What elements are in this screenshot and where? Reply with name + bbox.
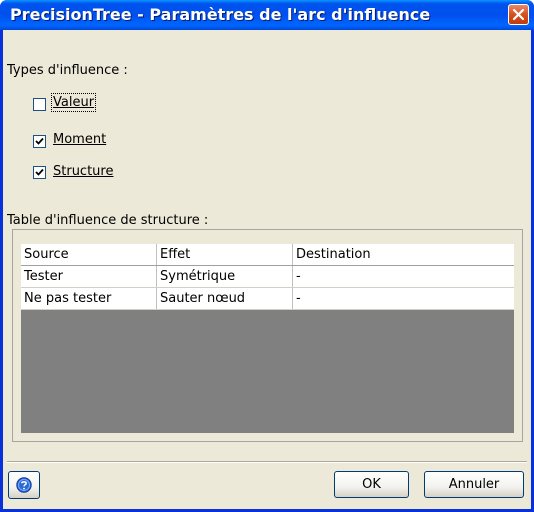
structure-label-text: Structure	[53, 164, 114, 179]
table-row[interactable]: Ne pas tester Sauter nœud -	[21, 288, 514, 310]
structure-table-label: Table d'influence de structure :	[7, 213, 209, 228]
column-header-effet[interactable]: Effet	[157, 244, 293, 265]
footer-separator	[7, 461, 527, 463]
help-button[interactable]	[8, 471, 40, 499]
ok-button[interactable]: OK	[334, 471, 409, 498]
column-header-destination[interactable]: Destination	[293, 244, 514, 265]
structure-table[interactable]: Source Effet Destination Tester Symétriq…	[21, 244, 514, 433]
valeur-checkbox[interactable]	[33, 98, 46, 111]
dialog-client-area: Types d'influence : Valeur Moment Struct…	[3, 30, 531, 509]
cell-effet[interactable]: Sauter nœud	[157, 288, 293, 309]
close-icon	[512, 8, 525, 21]
cell-effet[interactable]: Symétrique	[157, 266, 293, 287]
structure-checkbox[interactable]	[33, 166, 46, 179]
dialog-window: PrecisionTree - Paramètres de l'arc d'in…	[0, 0, 534, 512]
moment-label-text: Moment	[53, 132, 107, 147]
moment-label[interactable]: Moment	[53, 132, 106, 147]
table-row[interactable]: Tester Symétrique -	[21, 266, 514, 288]
valeur-label[interactable]: Valeur	[50, 93, 97, 112]
influence-types-label: Types d'influence :	[7, 63, 128, 78]
checkmark-icon	[35, 168, 44, 176]
cell-destination[interactable]: -	[293, 266, 514, 287]
cell-source[interactable]: Ne pas tester	[21, 288, 157, 309]
help-icon	[16, 477, 32, 493]
column-header-source[interactable]: Source	[21, 244, 157, 265]
structure-label[interactable]: Structure	[53, 164, 113, 179]
close-button[interactable]	[508, 4, 529, 25]
checkmark-icon	[35, 137, 44, 145]
cancel-button[interactable]: Annuler	[424, 471, 524, 498]
title-bar[interactable]: PrecisionTree - Paramètres de l'arc d'in…	[0, 0, 534, 30]
cell-destination[interactable]: -	[293, 288, 514, 309]
moment-checkbox[interactable]	[33, 135, 46, 148]
table-header: Source Effet Destination	[21, 244, 514, 266]
window-title: PrecisionTree - Paramètres de l'arc d'in…	[10, 5, 431, 24]
valeur-accel: Valeur	[53, 95, 95, 110]
cell-source[interactable]: Tester	[21, 266, 157, 287]
